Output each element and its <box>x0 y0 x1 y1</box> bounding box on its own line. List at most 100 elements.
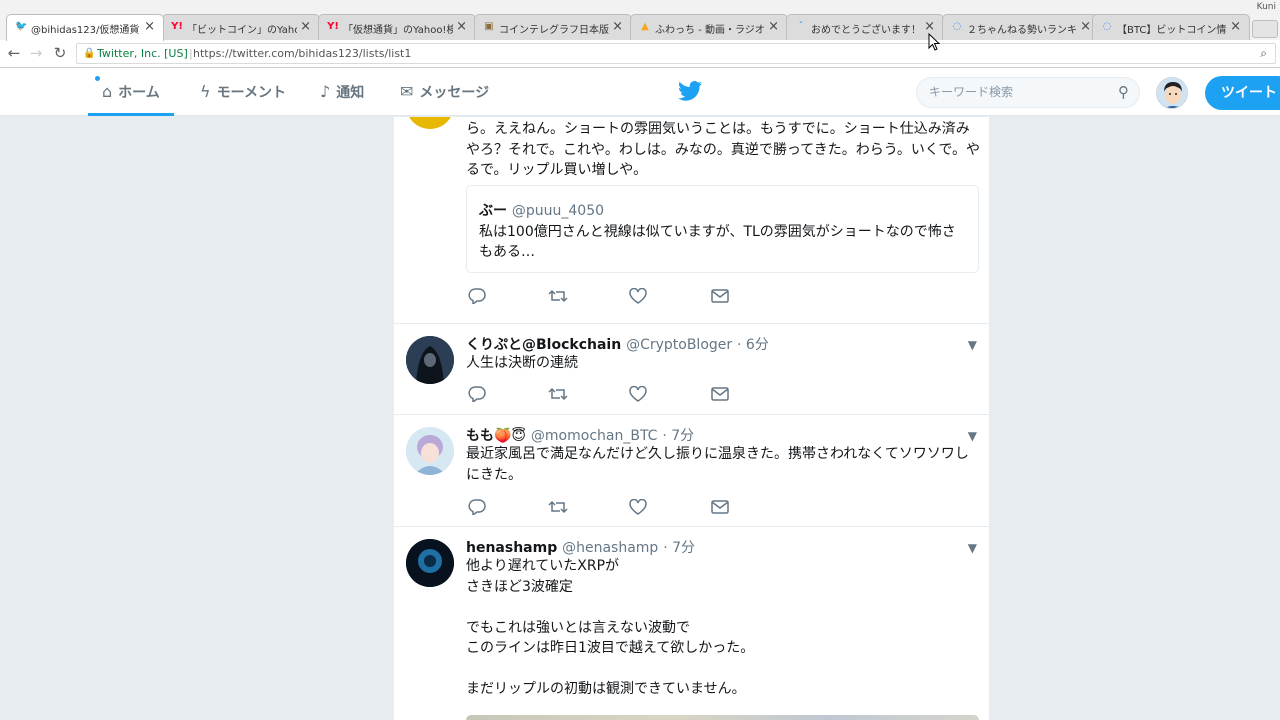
tweet-avatar[interactable] <box>406 539 454 587</box>
tweet-avatar[interactable] <box>406 117 454 129</box>
fuwacchi-icon: ▲ <box>641 21 649 32</box>
tweet-author[interactable]: もも🍑😇 @momochan_BTC · 7分 <box>466 425 694 445</box>
search-input[interactable]: キーワード検索 ⚲ <box>916 77 1140 108</box>
chevron-down-icon[interactable]: ▼ <box>968 429 977 443</box>
tab-title: 「ビットコイン」のYahoo!検索 <box>187 25 297 36</box>
mouse-cursor-icon <box>928 33 940 51</box>
twitter-bird-icon[interactable] <box>678 81 702 101</box>
window-user-label[interactable]: Kuni <box>1257 2 1276 12</box>
retweet-icon[interactable] <box>548 499 568 517</box>
reply-icon[interactable] <box>468 499 488 517</box>
chevron-down-icon[interactable]: ▼ <box>968 541 977 555</box>
user-avatar-icon <box>1157 78 1187 108</box>
browser-tab[interactable]: ▲ ふわっち - 動画・ラジオの生 × <box>630 14 788 40</box>
direct-message-icon[interactable] <box>711 288 731 306</box>
lock-icon: 🔒 <box>83 48 96 59</box>
tweet[interactable]: henashamp @henashamp · 7分 ▼ 他より遅れていたXRPが… <box>394 527 989 720</box>
browser-tab[interactable]: Y! 「仮想通貨」のYahoo!検索 × <box>318 14 476 40</box>
direct-message-icon[interactable] <box>711 386 731 404</box>
nav-home-label: ホーム <box>118 85 160 101</box>
hooded-figure-icon <box>406 336 454 384</box>
tweet-media-image[interactable] <box>466 715 979 720</box>
author-name: くりぷと@Blockchain <box>466 337 622 353</box>
close-tab-icon[interactable]: × <box>768 19 779 34</box>
avatar[interactable] <box>1156 77 1188 109</box>
bell-icon: ♪ <box>320 82 331 101</box>
quoted-author[interactable]: ぶー @puuu_4050 <box>479 200 604 220</box>
browser-tab[interactable]: ◌ ２ちゃんねる勢いランキング × <box>942 14 1100 40</box>
tweet-time[interactable]: · 6分 <box>737 337 769 353</box>
nav-messages-label: メッセージ <box>419 85 490 101</box>
close-tab-icon[interactable]: × <box>1230 19 1241 34</box>
tab-title: @bihidas123/仮想通貨 <box>31 25 140 36</box>
browser-tab[interactable]: ◌ 【BTC】ビットコイン情報交換 × <box>1092 14 1250 40</box>
tweet-avatar[interactable] <box>406 427 454 475</box>
retweet-icon[interactable] <box>548 288 568 306</box>
close-tab-icon[interactable]: × <box>300 19 311 34</box>
loading-icon: ◌ <box>1102 21 1112 32</box>
author-handle: @momochan_BTC <box>530 428 658 444</box>
reply-icon[interactable] <box>468 288 488 306</box>
close-tab-icon[interactable]: × <box>924 19 935 34</box>
twitter-header: ⌂ ホーム ϟ モーメント ♪ 通知 ✉ メッセージ キーワード検索 ⚲ ツイート <box>0 68 1280 116</box>
new-tab-button[interactable] <box>1252 20 1278 38</box>
url-text[interactable]: https://twitter.com/bihidas123/lists/lis… <box>193 44 411 63</box>
tweet[interactable]: ら。ええねん。ショートの雰囲気いうことは。もうすでに。ショート仕込み済みやろ？そ… <box>394 117 989 324</box>
site-identity[interactable]: Twitter, Inc. [US] <box>97 44 188 63</box>
chevron-down-icon[interactable]: ▼ <box>968 338 977 352</box>
tweet-time[interactable]: · 7分 <box>663 540 695 556</box>
tweet[interactable]: くりぷと@Blockchain @CryptoBloger · 6分 ▼ 人生は… <box>394 324 989 415</box>
browser-tab[interactable]: ▣ コインテレグラフ日本版｜ビ × <box>474 14 632 40</box>
browser-tab[interactable]: Y! 「ビットコイン」のYahoo!検索 × <box>162 14 320 40</box>
reload-icon[interactable]: ↻ <box>50 44 70 62</box>
tab-title: おめでとうございます！ <box>811 25 921 36</box>
nav-moments[interactable]: ϟ モーメント <box>200 68 286 116</box>
tab-title: 「仮想通貨」のYahoo!検索 <box>343 25 453 36</box>
tweet[interactable]: もも🍑😇 @momochan_BTC · 7分 ▼ 最近家風呂で満足なんだけど久… <box>394 415 989 527</box>
nav-messages[interactable]: ✉ メッセージ <box>400 68 489 116</box>
like-icon[interactable] <box>629 498 649 517</box>
search-icon[interactable]: ⚲ <box>1118 78 1129 107</box>
like-icon[interactable] <box>629 287 649 306</box>
yahoo-icon: Y! <box>171 21 183 32</box>
close-tab-icon[interactable]: × <box>612 19 623 34</box>
like-icon[interactable] <box>629 385 649 404</box>
tweet-text: 他より遅れていたXRPが さきほど3波確定 でもこれは強いとは言えない波動で こ… <box>466 558 755 697</box>
tweet-avatar[interactable] <box>406 336 454 384</box>
browser-tab[interactable]: ˇ おめでとうございます！ × <box>786 14 944 40</box>
url-omnibox[interactable]: 🔒 Twitter, Inc. [US] | https://twitter.c… <box>76 43 1276 64</box>
page-icon: ˇ <box>798 21 804 32</box>
forward-arrow-icon[interactable]: → <box>26 44 46 62</box>
quoted-text: 私は100億円さんと視線は似ていますが、TLの雰囲気がショートなので怖さもある… <box>479 224 956 260</box>
author-name: もも🍑😇 <box>466 428 527 444</box>
twitter-icon: 🐦 <box>15 21 28 32</box>
address-bar: ← → ↻ 🔒 Twitter, Inc. [US] | https://twi… <box>0 40 1280 68</box>
close-tab-icon[interactable]: × <box>1080 19 1091 34</box>
timeline: ら。ええねん。ショートの雰囲気いうことは。もうすでに。ショート仕込み済みやろ？そ… <box>393 117 990 720</box>
home-icon: ⌂ <box>102 82 113 101</box>
quoted-tweet[interactable]: ぶー @puuu_4050 私は100億円さんと視線は似ていますが、TLの雰囲気… <box>466 185 979 273</box>
tweet-text: 人生は決断の連続 <box>466 355 578 371</box>
quoted-author-handle: @puuu_4050 <box>511 203 605 219</box>
back-arrow-icon[interactable]: ← <box>4 44 24 62</box>
envelope-icon: ✉ <box>400 82 414 101</box>
nav-notifications[interactable]: ♪ 通知 <box>320 68 364 116</box>
direct-message-icon[interactable] <box>711 499 731 517</box>
browser-tab-strip: 🐦 @bihidas123/仮想通貨 × Y! 「ビットコイン」のYahoo!検… <box>0 0 1280 41</box>
tweet-author[interactable]: くりぷと@Blockchain @CryptoBloger · 6分 <box>466 334 769 354</box>
zoom-icon[interactable]: ⌕ <box>1260 44 1267 63</box>
retweet-icon[interactable] <box>548 386 568 404</box>
tweet-button[interactable]: ツイート <box>1205 76 1280 110</box>
tweet-author[interactable]: henashamp @henashamp · 7分 <box>466 537 695 557</box>
close-tab-icon[interactable]: × <box>144 19 155 34</box>
nav-home[interactable]: ⌂ ホーム <box>88 68 174 116</box>
dark-portrait-icon <box>406 539 454 587</box>
search-placeholder: キーワード検索 <box>929 85 1014 99</box>
lightning-icon: ϟ <box>200 82 211 101</box>
browser-tab[interactable]: 🐦 @bihidas123/仮想通貨 × <box>6 14 164 41</box>
tab-title: ２ちゃんねる勢いランキング <box>967 25 1077 36</box>
tab-title: 【BTC】ビットコイン情報交換 <box>1117 25 1227 36</box>
close-tab-icon[interactable]: × <box>456 19 467 34</box>
tweet-time[interactable]: · 7分 <box>662 428 694 444</box>
reply-icon[interactable] <box>468 386 488 404</box>
